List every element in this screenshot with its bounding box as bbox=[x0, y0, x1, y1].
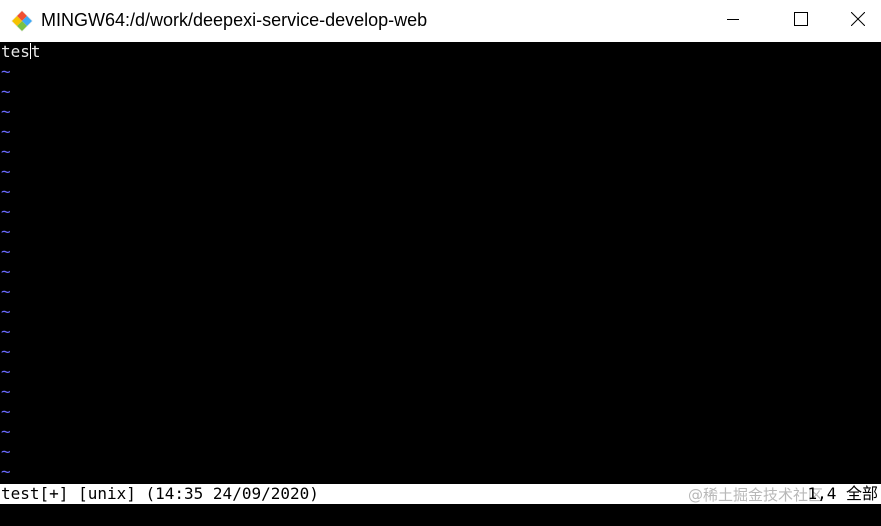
empty-line-marker: ~ bbox=[1, 362, 11, 381]
empty-line-marker: ~ bbox=[1, 262, 11, 281]
empty-line-marker: ~ bbox=[1, 402, 11, 421]
statusline-file-info: test[+] [unix] (14:35 24/09/2020) bbox=[1, 484, 319, 503]
minimize-button[interactable] bbox=[710, 0, 756, 42]
empty-line-marker: ~ bbox=[1, 182, 11, 201]
close-icon bbox=[850, 11, 866, 31]
empty-line-marker: ~ bbox=[1, 382, 11, 401]
empty-line-marker: ~ bbox=[1, 322, 11, 341]
title-bar[interactable]: MINGW64:/d/work/deepexi-service-develop-… bbox=[0, 0, 881, 42]
empty-line-marker: ~ bbox=[1, 102, 11, 121]
empty-line-marker: ~ bbox=[1, 302, 11, 321]
line-text-before-cursor: tes bbox=[1, 42, 30, 61]
empty-line-marker: ~ bbox=[1, 202, 11, 221]
git-bash-icon bbox=[10, 9, 34, 33]
empty-line-marker: ~ bbox=[1, 62, 11, 81]
vim-statusline: test[+] [unix] (14:35 24/09/2020) @稀土掘金技… bbox=[0, 484, 881, 504]
empty-line-marker: ~ bbox=[1, 222, 11, 241]
empty-line-marker: ~ bbox=[1, 142, 11, 161]
terminal-window: MINGW64:/d/work/deepexi-service-develop-… bbox=[0, 0, 881, 526]
vim-command-line[interactable] bbox=[0, 504, 881, 526]
empty-line-marker: ~ bbox=[1, 122, 11, 141]
line-text-after-cursor: t bbox=[30, 42, 41, 61]
empty-line-marker: ~ bbox=[1, 462, 11, 481]
empty-line-marker: ~ bbox=[1, 242, 11, 261]
buffer-line-1[interactable]: test bbox=[1, 42, 41, 62]
minimize-icon bbox=[727, 12, 739, 30]
empty-line-marker: ~ bbox=[1, 422, 11, 441]
maximize-icon bbox=[794, 11, 808, 31]
watermark: @稀土掘金技术社区 bbox=[687, 486, 823, 504]
empty-line-marker: ~ bbox=[1, 282, 11, 301]
statusline-position: 1,4 全部 bbox=[807, 484, 878, 503]
maximize-button[interactable] bbox=[778, 0, 824, 42]
empty-line-marker: ~ bbox=[1, 342, 11, 361]
window-title: MINGW64:/d/work/deepexi-service-develop-… bbox=[41, 10, 428, 30]
empty-line-marker: ~ bbox=[1, 162, 11, 181]
close-button[interactable] bbox=[835, 0, 881, 42]
vim-editor-area[interactable]: test ~ ~ ~ ~ ~ ~ ~ ~ ~ ~ ~ ~ ~ ~ ~ ~ ~ ~ ~ ~ ~ test[+] [unix… bbox=[0, 42, 881, 526]
empty-line-marker: ~ bbox=[1, 442, 11, 461]
empty-line-marker: ~ bbox=[1, 82, 11, 101]
